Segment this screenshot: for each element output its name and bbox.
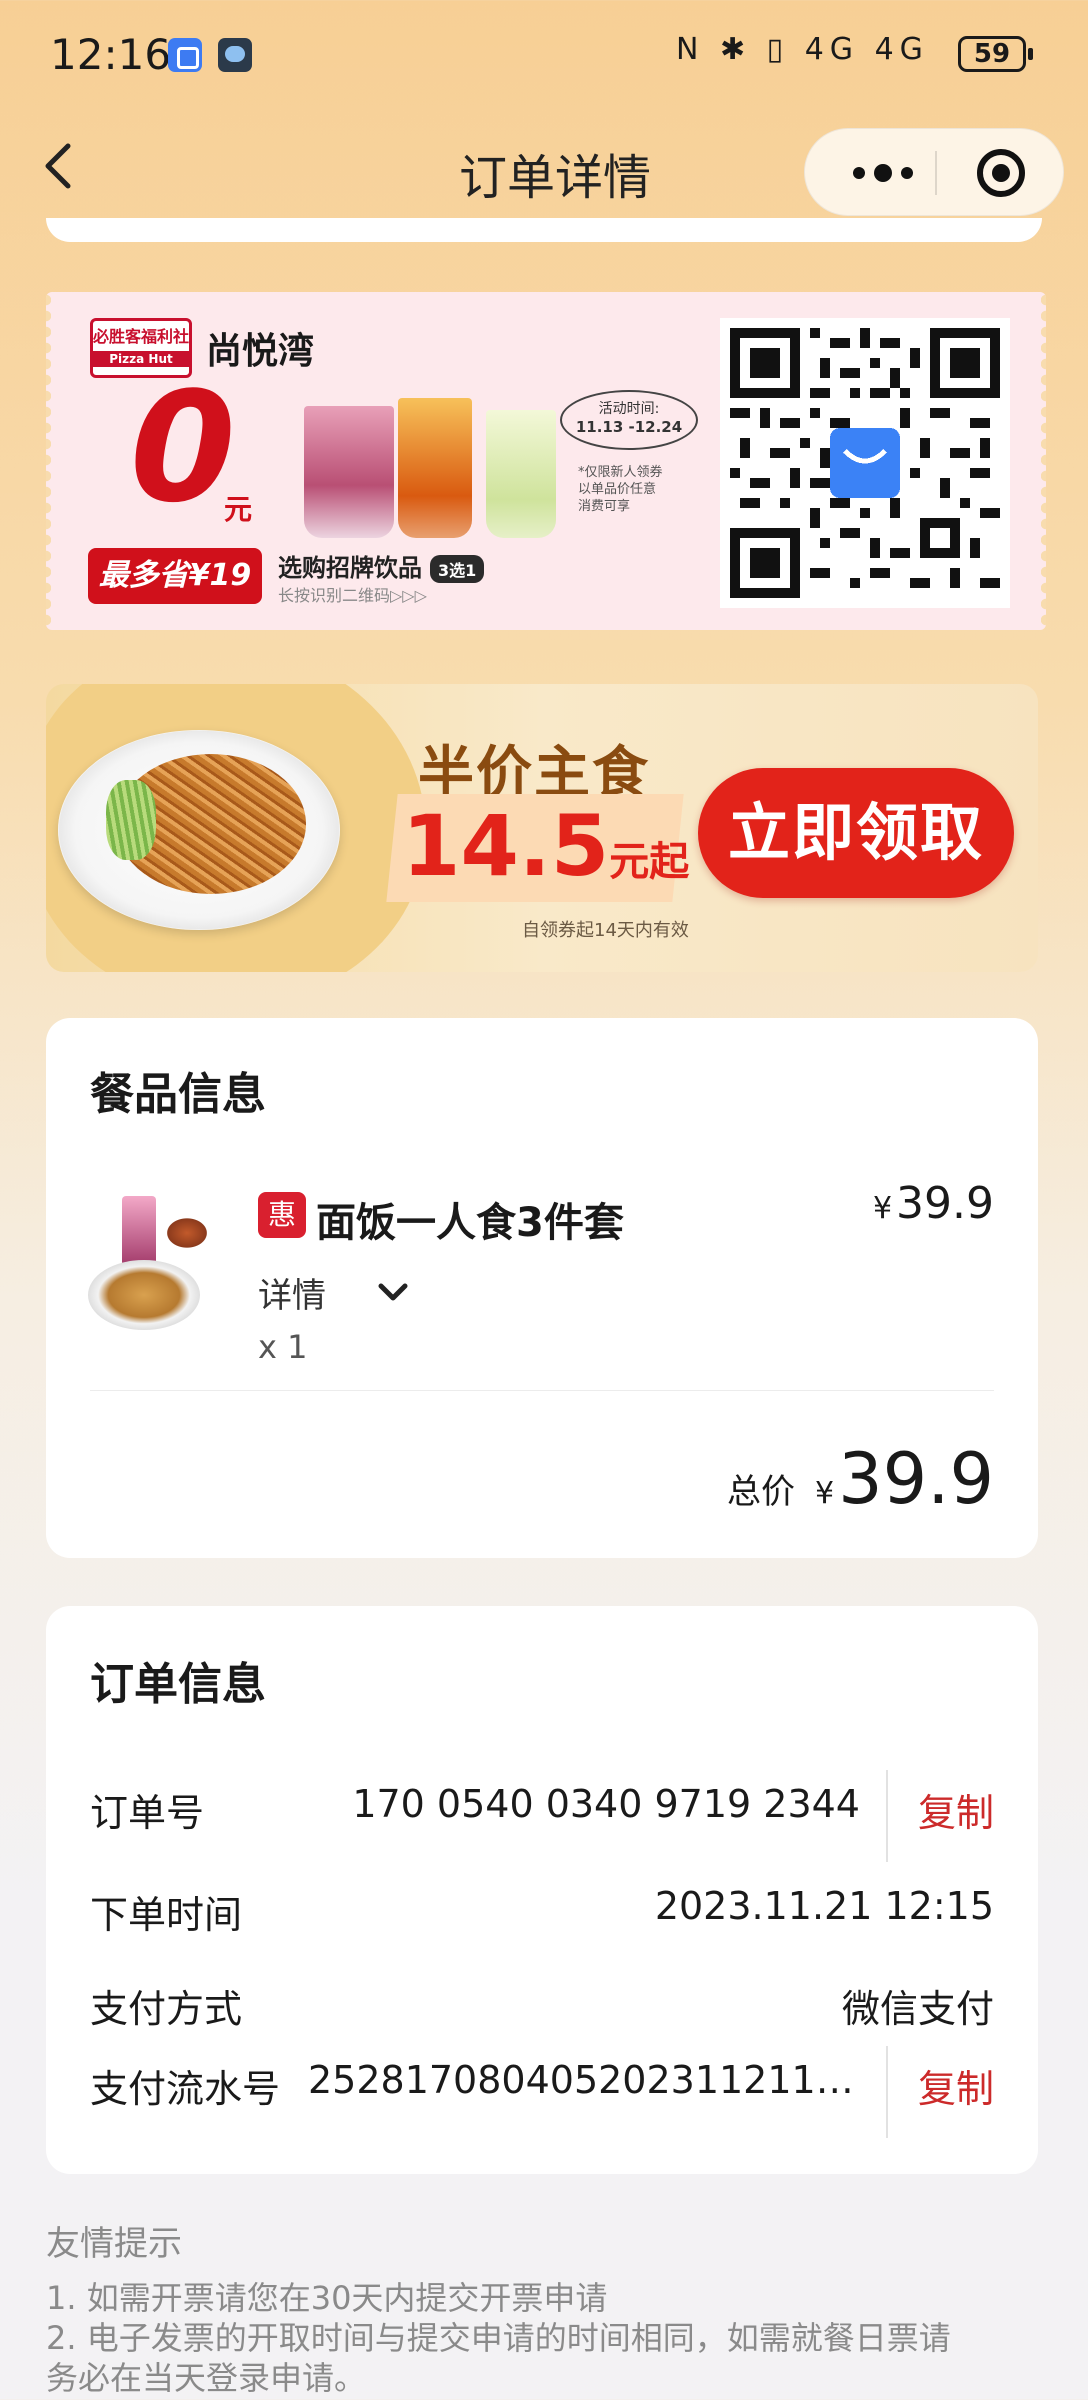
drink-image-lime (486, 410, 556, 538)
drink-label: 选购招牌饮品 3选1 (278, 548, 485, 583)
currency-symbol: ¥ (815, 1476, 835, 1511)
notification-app-icon (168, 38, 202, 72)
discount-badge: 惠 (258, 1192, 306, 1238)
previous-card-edge (46, 218, 1042, 242)
note-line: *仅限新人领券 (578, 465, 663, 480)
payment-serial: 2528170804052023112117… (308, 2058, 854, 2102)
copy-serial-button[interactable]: 复制 (918, 2058, 994, 2113)
activity-note: *仅限新人领券 以单品价任意 消费可享 (578, 464, 663, 515)
detail-toggle[interactable]: 详情 (258, 1268, 326, 1317)
total-price: 总价 ¥39.9 (727, 1438, 994, 1520)
copy-divider (886, 1770, 888, 1862)
meal-price-value: 39.9 (896, 1178, 994, 1229)
message-app-icon (218, 38, 252, 72)
divider (90, 1390, 994, 1391)
half-price-banner[interactable]: 半价主食 14.5元起 自领券起14天内有效 立即领取 (46, 684, 1038, 972)
promo-price-unit: 元起 (609, 839, 690, 885)
currency-symbol: ¥ (872, 1191, 893, 1226)
meal-image (88, 1196, 210, 1346)
scan-hint: 长按识别二维码▷▷▷ (278, 586, 427, 605)
copy-divider (886, 2046, 888, 2138)
drink-image-tea (398, 398, 472, 538)
drink-image-berry (304, 406, 394, 538)
meal-price: ¥39.9 (873, 1178, 994, 1229)
coupon-banner[interactable]: 必胜客福利社 Pizza Hut 尚悦湾 0 元 最多省¥19 选购招牌饮品 3选… (46, 292, 1046, 630)
copy-order-number-button[interactable]: 复制 (918, 1782, 994, 1837)
food-info-card: 餐品信息 惠 面饭一人食3件套 ¥39.9 详情 x 1 总价 ¥39.9 (46, 1018, 1038, 1558)
status-time: 12:16 (50, 30, 172, 79)
brand-logo-text: 必胜客福利社 (93, 327, 190, 346)
drink-label-text: 选购招牌饮品 (278, 554, 422, 582)
promo-validity: 自领券起14天内有效 (522, 920, 689, 941)
activity-label: 活动时间: (598, 401, 660, 417)
battery-icon: 59 (958, 36, 1033, 72)
tip-line-2: 2. 电子发票的开取时间与提交申请的时间相同，如需就餐日票请 (46, 2319, 951, 2357)
tip-line-3: 务必在当天登录申请。 (46, 2359, 367, 2397)
signal-icons: N ✱ ▯ 4G 4G (676, 32, 929, 67)
order-number: 170 0540 0340 9719 2344 (352, 1782, 860, 1826)
activity-dates: 11.13 -12.24 (575, 418, 683, 436)
coupon-yuan: 元 (224, 493, 253, 526)
payment-method: 微信支付 (841, 1987, 994, 2031)
meal-quantity: x 1 (258, 1328, 308, 1366)
promo-price-value: 14.5 (402, 797, 610, 895)
activity-period: 活动时间: 11.13 -12.24 (560, 390, 698, 450)
total-label: 总价 (727, 1472, 796, 1512)
meal-side (164, 1216, 210, 1250)
meal-drink (122, 1196, 156, 1266)
qr-code-image (730, 328, 1000, 598)
close-mini-program-icon[interactable] (977, 149, 1025, 197)
order-info-title: 订单信息 (90, 1659, 266, 1710)
claim-now-button[interactable]: 立即领取 (698, 768, 1014, 898)
total-value: 39.9 (838, 1438, 994, 1520)
meal-name: 面饭一人食3件套 (316, 1200, 624, 1246)
save-badge: 最多省¥19 (88, 548, 262, 604)
capsule-divider (935, 151, 937, 195)
mini-program-capsule (804, 128, 1064, 216)
note-line: 以单品价任意 (578, 482, 657, 497)
promo-price: 14.5元起 (402, 792, 689, 916)
order-number-label: 订单号 (90, 1791, 205, 1835)
qr-code[interactable] (720, 318, 1010, 608)
note-line: 消费可享 (578, 499, 631, 514)
more-icon[interactable] (843, 157, 923, 189)
order-time: 2023.11.21 12:15 (654, 1884, 994, 1928)
chevron-down-icon[interactable] (376, 1280, 410, 1306)
payment-serial-label: 支付流水号 (90, 2067, 281, 2111)
coupon-zero: 0 (130, 359, 236, 536)
food-info-title: 餐品信息 (90, 1069, 266, 1120)
cucumber-image (106, 780, 156, 860)
order-time-label: 下单时间 (90, 1893, 243, 1937)
three-pick-badge: 3选1 (430, 555, 485, 583)
payment-method-label: 支付方式 (90, 1987, 243, 2031)
tips-title: 友情提示 (46, 2224, 182, 2264)
meal-noodles (88, 1260, 200, 1330)
order-info-card: 订单信息 订单号 170 0540 0340 9719 2344 复制 下单时间… (46, 1606, 1038, 2174)
tip-line-1: 1. 如需开票请您在30天内提交开票申请 (46, 2279, 608, 2317)
